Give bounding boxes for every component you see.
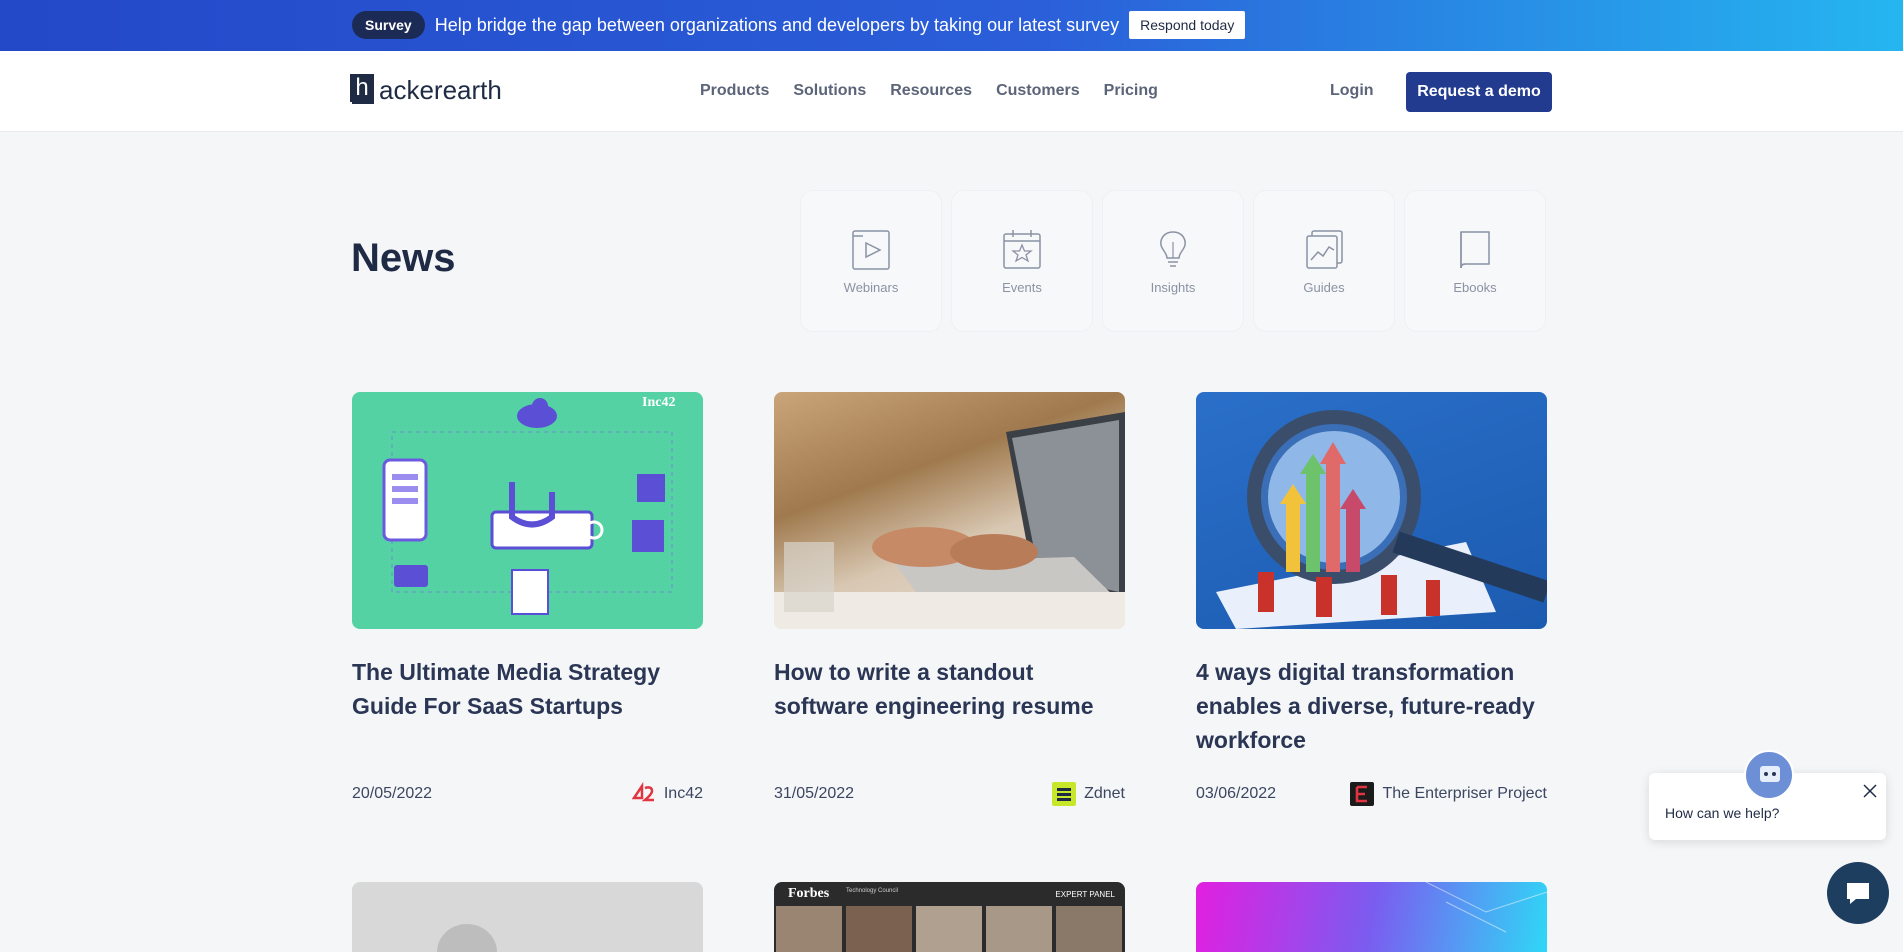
chat-icon bbox=[1847, 883, 1869, 904]
article-source: The Enterpriser Project bbox=[1350, 782, 1547, 806]
article-image[interactable] bbox=[774, 392, 1125, 629]
nav-customers[interactable]: Customers bbox=[996, 82, 1080, 100]
nav-solutions[interactable]: Solutions bbox=[793, 82, 866, 100]
resource-card-insights[interactable]: Insights bbox=[1103, 191, 1243, 331]
article-date: 03/06/2022 bbox=[1196, 785, 1277, 802]
calendar-star-icon bbox=[1003, 229, 1041, 269]
source-name: Inc42 bbox=[663, 785, 703, 802]
forbes-panel-photos bbox=[776, 906, 1122, 952]
inc42-image-badge: Inc42 bbox=[642, 395, 675, 410]
resource-label: Events bbox=[1002, 279, 1042, 295]
media-strategy-illustration: Inc42 bbox=[382, 395, 675, 615]
article-date: 20/05/2022 bbox=[352, 785, 433, 802]
logo-text: ackerearth bbox=[379, 75, 502, 105]
nav-resources[interactable]: Resources bbox=[890, 82, 972, 100]
bot-icon bbox=[1760, 766, 1780, 782]
article-card[interactable]: How to write a standout software enginee… bbox=[774, 392, 1125, 806]
article-card-partial[interactable]: Forbes Technology Council EXPERT PANEL bbox=[774, 882, 1125, 952]
article-card[interactable]: 4 ways digital transformation enables a … bbox=[1196, 392, 1547, 806]
resource-card-guides[interactable]: Guides bbox=[1254, 191, 1394, 331]
digital-transformation-illustration bbox=[1216, 410, 1547, 629]
article-image-partial bbox=[1425, 882, 1547, 933]
close-icon[interactable] bbox=[1862, 783, 1878, 799]
article-meta: 31/05/2022 Zdnet bbox=[774, 782, 1125, 806]
article-image-partial bbox=[437, 924, 497, 952]
article-source: Zdnet bbox=[1052, 782, 1125, 806]
article-meta: 03/06/2022 The Enterpriser Project bbox=[1196, 782, 1547, 806]
hackerearth-logo[interactable]: h ackerearth bbox=[350, 74, 502, 105]
article-date: 31/05/2022 bbox=[774, 785, 855, 802]
login-link[interactable]: Login bbox=[1330, 82, 1374, 100]
respond-today-button[interactable]: Respond today bbox=[1129, 11, 1246, 39]
top-nav: h ackerearth Products Solutions Resource… bbox=[0, 51, 1903, 132]
resource-label: Guides bbox=[1303, 279, 1345, 295]
play-icon bbox=[852, 229, 890, 270]
source-name: The Enterpriser Project bbox=[1382, 785, 1547, 802]
nav-links: Products Solutions Resources Customers P… bbox=[700, 82, 1182, 100]
zdnet-logo-icon bbox=[1052, 782, 1077, 806]
resource-card-webinars[interactable]: Webinars bbox=[801, 191, 941, 331]
inc42-logo-icon bbox=[631, 782, 654, 802]
chat-launcher-button[interactable] bbox=[1827, 862, 1889, 924]
article-image[interactable] bbox=[1196, 392, 1547, 629]
article-title[interactable]: How to write a standout software enginee… bbox=[774, 655, 1125, 723]
chat-avatar bbox=[1744, 750, 1794, 800]
book-icon bbox=[1460, 230, 1490, 268]
banner-text: Help bridge the gap between organization… bbox=[434, 14, 1120, 35]
logo-mark: h bbox=[350, 74, 374, 104]
survey-pill: Survey bbox=[352, 11, 425, 39]
laptop-typing-photo bbox=[774, 412, 1125, 629]
article-source: Inc42 bbox=[631, 782, 703, 806]
article-title[interactable]: The Ultimate Media Strategy Guide For Sa… bbox=[352, 655, 703, 723]
enterpriser-project-logo-icon bbox=[1350, 782, 1375, 806]
article-meta: 20/05/2022 Inc42 bbox=[352, 782, 703, 806]
article-card-partial[interactable] bbox=[1196, 882, 1547, 952]
nav-products[interactable]: Products bbox=[700, 82, 769, 100]
resource-card-events[interactable]: Events bbox=[952, 191, 1092, 331]
article-title[interactable]: 4 ways digital transformation enables a … bbox=[1196, 655, 1547, 757]
article-card-partial[interactable] bbox=[352, 882, 703, 952]
resource-categories: Webinars Events Insights Guides Ebooks bbox=[801, 191, 1556, 331]
nav-pricing[interactable]: Pricing bbox=[1104, 82, 1158, 100]
resource-label: Ebooks bbox=[1453, 279, 1497, 295]
article-card[interactable]: Inc42 The Ultimate Media Strategy Guide … bbox=[352, 392, 703, 802]
source-name: Zdnet bbox=[1084, 785, 1125, 802]
chart-doc-icon bbox=[1306, 229, 1343, 269]
request-demo-button[interactable]: Request a demo bbox=[1406, 72, 1552, 112]
article-image[interactable]: Inc42 bbox=[352, 392, 703, 629]
chat-prompt-text: How can we help? bbox=[1665, 805, 1780, 821]
resource-label: Insights bbox=[1150, 279, 1196, 295]
lightbulb-icon bbox=[1160, 230, 1186, 267]
survey-banner: Survey Help bridge the gap between organ… bbox=[0, 0, 1903, 51]
resource-card-ebooks[interactable]: Ebooks bbox=[1405, 191, 1545, 331]
resource-label: Webinars bbox=[843, 279, 899, 295]
page-title: News bbox=[351, 236, 456, 280]
